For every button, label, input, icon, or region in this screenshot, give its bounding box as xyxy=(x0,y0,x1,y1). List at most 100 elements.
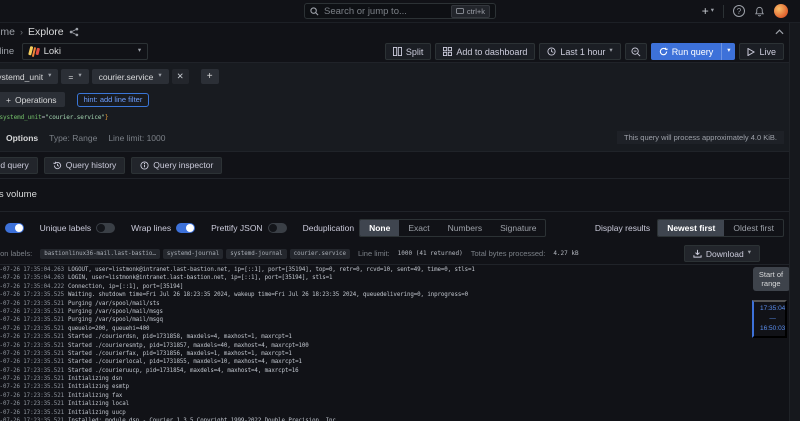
log-row[interactable]: 2024-07-26 17:23:35.521Purging /var/spoo… xyxy=(0,309,742,317)
log-row[interactable]: 2024-07-26 17:35:04.222Connection, ip=[:… xyxy=(0,284,742,292)
options-type: Type: Range xyxy=(49,133,97,143)
run-query-button[interactable]: Run query xyxy=(651,43,722,60)
log-timestamp: 2024-07-26 17:23:35.525 xyxy=(0,292,64,298)
log-row[interactable]: 2024-07-26 17:23:35.521Initializing uucp xyxy=(0,410,742,418)
datasource-name: Loki xyxy=(44,46,133,57)
time-range-picker[interactable]: Last 1 hour ▾ xyxy=(539,43,620,60)
log-row[interactable]: 2024-07-26 17:23:35.521Initializing loca… xyxy=(0,401,742,409)
run-query-dropdown[interactable]: ▾ xyxy=(721,43,735,60)
help-button[interactable]: ? xyxy=(733,5,745,17)
remove-filter-button[interactable]: ✕ xyxy=(172,69,189,84)
secondary-actions: Add query Query history Query inspector xyxy=(0,151,800,178)
unique-labels-toggle[interactable] xyxy=(96,223,115,233)
history-icon xyxy=(53,161,62,170)
log-row[interactable]: 2024-07-26 17:23:35.521queuelo=200, queu… xyxy=(0,326,742,334)
breadcrumb-explore[interactable]: Explore xyxy=(28,26,64,38)
label-name-select[interactable]: systemd_unit ▾ xyxy=(0,69,58,84)
log-row[interactable]: 2024-07-26 17:35:04.263LOGIN, user=listm… xyxy=(0,275,742,283)
common-label-chip: bastionlinux36-mail.last-bastio… xyxy=(40,249,160,259)
display-results-label: Display results xyxy=(595,223,650,233)
query-inspector-button[interactable]: Query inspector xyxy=(131,157,222,174)
logs-body: 2024-07-26 17:35:04.263LOGOUT, user=list… xyxy=(0,264,800,421)
log-row[interactable]: 2024-07-26 17:23:35.521 Purging /var/spoo… xyxy=(0,301,742,309)
breadcrumb-home[interactable]: Home xyxy=(0,26,15,38)
log-row[interactable]: 2024-07-26 17:23:35.521Started ./courier… xyxy=(0,359,742,367)
add-query-button[interactable]: Add query xyxy=(0,157,38,174)
log-message: Started ./courieresmtp, pid=1731857, max… xyxy=(68,343,309,349)
label-value-select[interactable]: courier.service ▾ xyxy=(92,69,169,84)
toolbar-actions: Split Add to dashboard Last 1 hour ▾ xyxy=(385,43,784,60)
options-toggle[interactable]: Options xyxy=(6,133,38,143)
zoom-out-button[interactable] xyxy=(625,43,647,60)
query-options-row: Options Type: Range Line limit: 1000 Thi… xyxy=(0,131,800,144)
new-button[interactable]: + ▾ xyxy=(702,5,714,17)
unique-labels-label: Unique labels xyxy=(40,223,92,233)
info-icon xyxy=(140,161,149,170)
log-row[interactable]: 2024-07-26 17:23:35.521Purging /var/spoo… xyxy=(0,317,742,325)
log-timestamp: 2024-07-26 17:23:35.521 xyxy=(0,368,64,374)
logs-panel: Time Unique labels Wrap lines Prettify J… xyxy=(0,211,800,421)
operator-select[interactable]: = ▾ xyxy=(61,69,88,84)
log-row[interactable]: 2024-07-26 17:23:35.521Started ./courier… xyxy=(0,334,742,342)
page-scrollbar[interactable] xyxy=(789,23,800,421)
avatar[interactable] xyxy=(774,4,788,18)
log-message: Purging /var/spool/mail/msgs xyxy=(68,309,163,315)
options-line-limit: Line limit: 1000 xyxy=(108,133,165,143)
log-row[interactable]: 2024-07-26 17:23:35.521Initializing dsn xyxy=(0,376,742,384)
bytes-processed-value: 4.27 kB xyxy=(553,250,578,257)
loki-logo-icon xyxy=(28,45,40,57)
log-row[interactable]: 2024-07-26 17:35:04.263LOGOUT, user=list… xyxy=(0,267,742,275)
dedup-option-exact[interactable]: Exact xyxy=(399,220,438,236)
share-icon[interactable] xyxy=(69,27,79,37)
time-toggle[interactable] xyxy=(5,223,24,233)
close-icon: ✕ xyxy=(177,71,184,82)
log-message: Purging /var/spool/mail/msgq xyxy=(68,317,163,323)
query-editor: systemd_unit ▾ = ▾ courier.service ▾ ✕ +… xyxy=(0,62,800,151)
query-history-button[interactable]: Query history xyxy=(44,157,126,174)
chevron-down-icon: ▾ xyxy=(48,73,51,80)
top-nav-right: + ▾ ? xyxy=(702,4,800,18)
log-row[interactable]: 2024-07-26 17:23:35.521Initializing esmt… xyxy=(0,384,742,392)
newest-first-option[interactable]: Newest first xyxy=(658,220,724,236)
prettify-json-toggle[interactable] xyxy=(268,223,287,233)
keyboard-icon xyxy=(456,8,464,14)
log-message: LOGOUT, user=listmonk@intranet.last-bast… xyxy=(68,267,475,273)
logs-volume-panel: Logs volume xyxy=(0,178,800,211)
notifications-button[interactable] xyxy=(754,6,765,17)
logs-volume-title[interactable]: Logs volume xyxy=(0,189,37,200)
dedup-option-signature[interactable]: Signature xyxy=(491,220,545,236)
dedup-option-numbers[interactable]: Numbers xyxy=(439,220,491,236)
chevron-down-icon: ▾ xyxy=(78,73,81,80)
dedup-options: NoneExactNumbersSignature xyxy=(359,219,546,237)
log-row[interactable]: 2024-07-26 17:23:35.521Started ./courier… xyxy=(0,368,742,376)
log-message: Initializing uucp xyxy=(68,410,126,416)
log-row[interactable]: 2024-07-26 17:23:35.521Initializing fax xyxy=(0,393,742,401)
query-hint-link[interactable]: hint: add line filter xyxy=(77,93,150,107)
zoom-out-icon xyxy=(631,47,641,57)
prettify-json-group: Prettify JSON xyxy=(211,223,286,233)
prettify-json-label: Prettify JSON xyxy=(211,223,262,233)
log-row[interactable]: 2024-07-26 17:23:35.521Started ./courier… xyxy=(0,351,742,359)
log-timestamp: 2024-07-26 17:23:35.521 xyxy=(0,401,64,407)
log-row[interactable]: 2024-07-26 17:23:35.525Waiting. shutdown… xyxy=(0,292,742,300)
wrap-lines-group: Wrap lines xyxy=(131,223,195,233)
log-message: Initializing esmtp xyxy=(68,384,129,390)
log-page-time-range[interactable]: 17:35:04 — 16:50:03 xyxy=(752,300,787,338)
log-row[interactable]: 2024-07-26 17:23:35.521Started ./courier… xyxy=(0,343,742,351)
add-filter-button[interactable]: + xyxy=(201,69,219,84)
live-button[interactable]: Live xyxy=(739,43,784,60)
plus-icon: + xyxy=(6,95,11,105)
oldest-first-option[interactable]: Oldest first xyxy=(724,220,783,236)
split-button[interactable]: Split xyxy=(385,43,432,60)
log-timestamp: 2024-07-26 17:23:35.521 xyxy=(0,301,64,307)
chevron-down-icon: ▾ xyxy=(727,48,730,55)
outline-toggle[interactable]: Outline xyxy=(0,46,14,57)
download-button[interactable]: Download ▾ xyxy=(684,245,760,262)
dedup-option-none[interactable]: None xyxy=(360,220,399,236)
add-operation-button[interactable]: + Operations xyxy=(0,92,65,107)
wrap-lines-toggle[interactable] xyxy=(176,223,195,233)
add-to-dashboard-button[interactable]: Add to dashboard xyxy=(435,43,535,60)
log-message: Purging /var/spool/mail/sts xyxy=(68,301,160,307)
search-input[interactable]: Search or jump to... ctrl+k xyxy=(304,3,496,19)
datasource-picker[interactable]: Loki ▾ xyxy=(22,43,148,60)
